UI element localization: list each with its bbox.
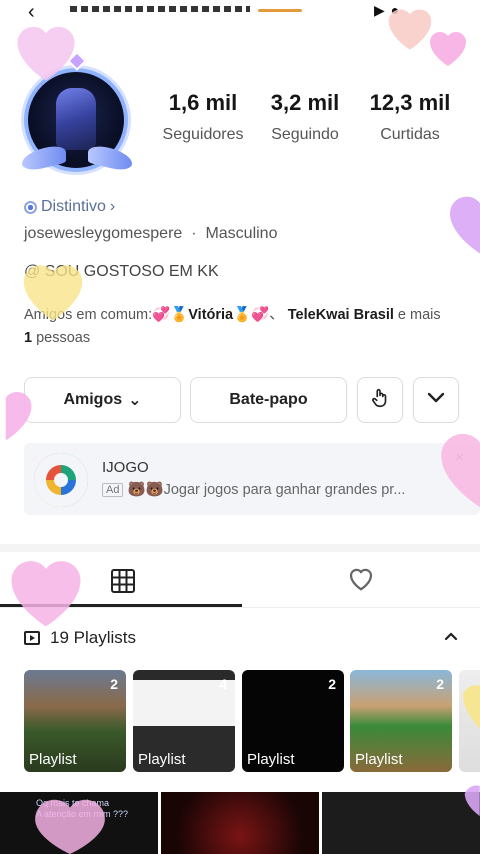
avatar[interactable]	[18, 51, 136, 178]
avatar-image	[56, 88, 96, 150]
mutual-prefix: Amigos em comum:	[24, 307, 153, 323]
medal-icon: 🏅	[233, 307, 252, 323]
friends-label: Amigos	[63, 391, 123, 408]
following-count: 3,2 mil	[270, 90, 340, 115]
playlists-header[interactable]: 19 Playlists	[24, 628, 464, 648]
playlist-caption: Playlist	[355, 751, 403, 768]
more-options-button[interactable]	[413, 377, 459, 423]
ad-tag: Ad	[102, 482, 124, 497]
poke-button[interactable]	[357, 377, 403, 423]
video-thumbnail[interactable]: Oq mais te chama A atenção em mim ???	[0, 792, 158, 854]
heart-gem-icon: 💞	[251, 307, 270, 323]
playlist-card[interactable]: 2 Playlist	[24, 670, 126, 772]
ad-text: 🐻🐻Jogar jogos para ganhar grandes pr...	[127, 482, 406, 498]
playlist-card[interactable]: 4 Playlist	[133, 670, 235, 772]
likes-label: Curtidas	[380, 126, 440, 143]
ad-title: IJOGO	[102, 459, 149, 476]
heart-gem-icon: 💞	[152, 307, 171, 323]
gender: Masculino	[205, 225, 278, 242]
bio: @ SOU GOSTOSO EM KK	[24, 263, 219, 280]
video-thumbnail-text: Oq mais te chama A atenção em mim ???	[36, 798, 129, 819]
following-label: Seguindo	[271, 126, 339, 143]
chat-label: Bate-papo	[229, 391, 308, 408]
chat-button[interactable]: Bate-papo	[190, 377, 347, 423]
mutual-friend-1[interactable]: Vitória	[188, 307, 233, 323]
title-decoration	[258, 9, 302, 12]
playlist-video-count: 2	[436, 676, 444, 692]
mutual-friends[interactable]: Amigos em comum:💞🏅Vitória🏅💞、 TeleKwai Br…	[24, 304, 444, 350]
top-right-icons[interactable]: ▶●	[374, 2, 405, 19]
chevron-down-icon	[427, 391, 445, 409]
followers-label: Seguidores	[162, 126, 244, 143]
followers-count: 1,6 mil	[168, 90, 238, 115]
playlists-count-label: 19 Playlists	[50, 628, 136, 647]
chevron-down-icon: ⌄	[128, 392, 142, 409]
content-tabs	[0, 556, 480, 608]
floating-heart-icon	[424, 22, 472, 70]
mutual-count: 1	[24, 330, 33, 346]
floating-heart-icon	[440, 172, 480, 268]
ad-logo-icon	[34, 453, 88, 507]
active-tab-indicator	[0, 604, 242, 607]
likes-stat[interactable]: 12,3 mil Curtidas	[360, 90, 460, 144]
user-info: josewesleygomespere · Masculino	[24, 225, 277, 243]
following-stat[interactable]: 3,2 mil Seguindo	[258, 90, 352, 144]
mutual-friend-2[interactable]: TeleKwai Brasil	[288, 307, 394, 323]
ad-description: Ad 🐻🐻Jogar jogos para ganhar grandes pr.…	[102, 481, 405, 498]
badge-link[interactable]: Distintivo ›	[24, 198, 115, 216]
section-divider	[0, 544, 480, 552]
playlist-card[interactable]: 2 Playlist	[242, 670, 344, 772]
back-arrow-icon[interactable]: ‹	[28, 1, 35, 24]
chevron-up-icon[interactable]	[444, 628, 458, 646]
video-thumbnail[interactable]	[161, 792, 319, 854]
mutual-suffix-1: e mais	[397, 307, 441, 323]
hand-pointer-icon	[369, 387, 391, 414]
playlist-video-count: 4	[219, 676, 227, 692]
playlist-video-count: 2	[110, 676, 118, 692]
badge-icon	[24, 200, 37, 214]
avatar-wings-decoration	[18, 142, 136, 176]
followers-stat[interactable]: 1,6 mil Seguidores	[154, 90, 252, 144]
video-thumbnail[interactable]	[322, 792, 480, 854]
likes-count: 12,3 mil	[369, 90, 451, 115]
chevron-right-icon: ›	[109, 198, 116, 215]
friends-button[interactable]: Amigos ⌄	[24, 377, 181, 423]
close-icon[interactable]: ×	[455, 449, 464, 466]
playlist-video-count: 2	[328, 676, 336, 692]
playlist-card-partial[interactable]	[459, 670, 480, 772]
tab-liked-heart-icon[interactable]	[346, 564, 376, 599]
username: josewesleygomespere	[24, 225, 183, 242]
playlist-icon	[24, 631, 40, 645]
title-text-garbled	[70, 6, 250, 12]
mutual-suffix-2: pessoas	[36, 330, 91, 346]
playlist-caption: Playlist	[247, 751, 295, 768]
playlist-card[interactable]: 2 Playlist	[350, 670, 452, 772]
mutual-separator: 、	[269, 307, 284, 323]
tab-videos-grid-icon[interactable]	[110, 568, 136, 594]
video-grid: Oq mais te chama A atenção em mim ???	[0, 792, 480, 854]
top-bar: ‹ ▶●	[0, 0, 480, 26]
profile-stats: 1,6 mil Seguidores 3,2 mil Seguindo 12,3…	[150, 90, 470, 150]
playlist-caption: Playlist	[138, 751, 186, 768]
medal-icon: 🏅	[170, 307, 189, 323]
playlist-cards: 2 Playlist 4 Playlist 2 Playlist 2 Playl…	[24, 670, 480, 772]
playlist-caption: Playlist	[29, 751, 77, 768]
ad-banner[interactable]: IJOGO Ad 🐻🐻Jogar jogos para ganhar grand…	[24, 443, 480, 515]
badge-label: Distintivo	[41, 198, 106, 215]
separator-dot: ·	[186, 225, 201, 242]
